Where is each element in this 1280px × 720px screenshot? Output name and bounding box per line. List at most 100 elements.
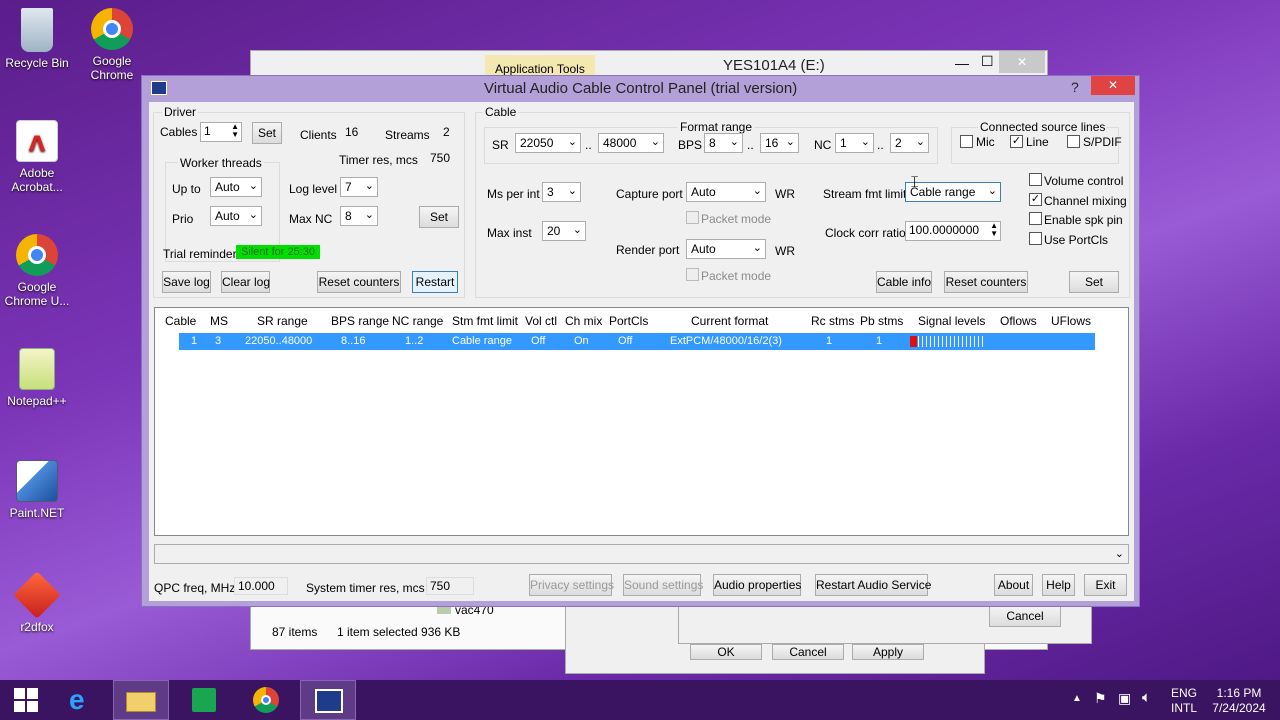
cable-info-button[interactable]: Cable info — [876, 271, 932, 293]
audio-properties-button[interactable]: Audio properties — [713, 574, 801, 596]
desktop-icon-google-chrome-update[interactable]: Google Chrome U... — [0, 234, 77, 308]
cell-bps-range: 8..16 — [341, 335, 366, 347]
prio-value: Auto — [215, 209, 240, 223]
dialog-cancel-button[interactable]: Cancel — [989, 605, 1061, 627]
col-header-bps-range[interactable]: BPS range — [331, 314, 389, 328]
worker-threads-label: Worker threads — [178, 156, 264, 170]
log-level-select[interactable]: 7 ⌄ — [340, 177, 378, 197]
sr-to-select[interactable]: 48000 ⌄ — [598, 133, 664, 153]
mouse-cursor-icon: 𝙸 — [909, 174, 921, 191]
upto-select[interactable]: Auto ⌄ — [210, 177, 262, 197]
taskbar-internet-explorer[interactable]: e — [54, 680, 110, 720]
restart-button[interactable]: Restart — [412, 271, 458, 293]
exit-button[interactable]: Exit — [1084, 574, 1127, 596]
volume-control-checkbox[interactable] — [1029, 173, 1042, 186]
minimize-icon[interactable]: — — [955, 55, 969, 71]
explorer-close-button[interactable]: ✕ — [999, 51, 1045, 73]
desktop-icon-google-chrome[interactable]: Google Chrome — [72, 8, 152, 82]
max-inst-select[interactable]: 20 ⌄ — [542, 221, 586, 241]
mic-checkbox[interactable] — [960, 135, 973, 148]
render-port-select[interactable]: Auto ⌄ — [686, 239, 766, 259]
about-button[interactable]: About — [994, 574, 1033, 596]
enable-spk-pin-checkbox[interactable] — [1029, 212, 1042, 225]
col-header-sr-range[interactable]: SR range — [257, 314, 308, 328]
col-header-portcls[interactable]: PortCls — [609, 314, 648, 328]
cable-reset-counters-button[interactable]: Reset counters — [944, 271, 1028, 293]
spdif-checkbox[interactable] — [1067, 135, 1080, 148]
ms-per-int-select[interactable]: 3 ⌄ — [542, 182, 581, 202]
sound-settings-button[interactable]: Sound settings — [623, 574, 703, 596]
cell-cable: 1 — [191, 335, 198, 347]
input-language[interactable]: ENG INTL — [1170, 686, 1198, 716]
volume-icon[interactable]: 🔈︎ — [1142, 689, 1151, 706]
clock-corr-ratio-spin[interactable]: 100.0000000 ▲ ▼ — [905, 221, 1001, 241]
network-icon[interactable]: ▣ — [1118, 690, 1131, 707]
cables-spin[interactable]: 1 ▲ ▼ — [200, 122, 242, 142]
log-combo[interactable]: ⌄ — [154, 544, 1129, 564]
desktop-icon-paint-net[interactable]: Paint.NET — [0, 460, 77, 520]
channel-mixing-checkbox[interactable]: ✓ — [1029, 193, 1042, 206]
cables-set-button[interactable]: Set — [252, 122, 282, 144]
taskbar-store[interactable] — [176, 680, 232, 720]
taskbar-chrome[interactable] — [238, 680, 294, 720]
dialog-cancel2-button[interactable]: Cancel — [772, 644, 844, 660]
taskbar-vac[interactable] — [300, 680, 356, 720]
max-nc-label: Max NC — [289, 212, 333, 226]
col-header-rc-stms[interactable]: Rc stms — [811, 314, 854, 328]
desktop-icon-adobe-acrobat[interactable]: ᴧ Adobe Acrobat... — [0, 120, 77, 194]
driver-set-button[interactable]: Set — [419, 206, 459, 228]
clear-log-button[interactable]: Clear log — [221, 271, 270, 293]
chevron-down-icon: ⌄ — [364, 209, 374, 221]
taskbar-file-explorer[interactable] — [113, 680, 169, 720]
capture-packet-mode-checkbox[interactable] — [686, 211, 699, 224]
col-header-oflows[interactable]: Oflows — [1000, 314, 1037, 328]
table-row[interactable]: 1 3 22050..48000 8..16 1..2 Cable range … — [179, 333, 1095, 350]
desktop-icon-notepad-plus-plus[interactable]: Notepad++ — [0, 348, 77, 408]
col-header-ch-mix[interactable]: Ch mix — [565, 314, 602, 328]
bps-to-select[interactable]: 16 ⌄ — [760, 133, 799, 153]
col-header-vol-ctl[interactable]: Vol ctl — [525, 314, 557, 328]
help-button[interactable]: Help — [1042, 574, 1075, 596]
col-header-cable[interactable]: Cable — [165, 314, 196, 328]
save-log-button[interactable]: Save log — [162, 271, 211, 293]
show-hidden-icons[interactable]: ▲ — [1072, 693, 1082, 704]
driver-reset-counters-button[interactable]: Reset counters — [317, 271, 401, 293]
use-portcls-checkbox[interactable] — [1029, 232, 1042, 245]
clock[interactable]: 1:16 PM 7/24/2024 — [1206, 686, 1272, 716]
sr-from-select[interactable]: 22050 ⌄ — [515, 133, 581, 153]
desktop-icon-r2dfox[interactable]: r2dfox — [0, 571, 77, 634]
vac-titlebar: Virtual Audio Cable Control Panel (trial… — [142, 76, 1139, 101]
desktop-icon-recycle-bin[interactable]: Recycle Bin — [0, 8, 77, 70]
col-header-nc-range[interactable]: NC range — [392, 314, 443, 328]
dialog-ok-button[interactable]: OK — [690, 644, 762, 660]
action-center-icon[interactable]: ⚑ — [1094, 690, 1107, 707]
col-header-signal-levels[interactable]: Signal levels — [918, 314, 985, 328]
render-packet-mode-checkbox[interactable] — [686, 268, 699, 281]
maximize-icon[interactable]: ☐ — [981, 53, 994, 70]
ribbon-tab-application-tools[interactable]: Application Tools — [485, 55, 595, 77]
bps-from-select[interactable]: 8 ⌄ — [704, 133, 743, 153]
status-items: 87 items — [272, 625, 318, 639]
streams-label: Streams — [385, 128, 430, 142]
col-header-current-format[interactable]: Current format — [691, 314, 768, 328]
line-checkbox[interactable]: ✓ — [1010, 135, 1023, 148]
privacy-settings-button[interactable]: Privacy settings — [529, 574, 614, 596]
col-header-uflows[interactable]: UFlows — [1051, 314, 1091, 328]
capture-port-select[interactable]: Auto ⌄ — [686, 182, 766, 202]
vac-close-button[interactable]: ✕ — [1091, 76, 1135, 95]
col-header-stm-fmt-limit[interactable]: Stm fmt limit — [452, 314, 518, 328]
prio-select[interactable]: Auto ⌄ — [210, 206, 262, 226]
cable-set-button[interactable]: Set — [1069, 271, 1119, 293]
render-packet-mode-label: Packet mode — [701, 269, 772, 283]
start-button[interactable] — [0, 680, 56, 720]
max-nc-select[interactable]: 8 ⌄ — [340, 206, 378, 226]
max-nc-value: 8 — [345, 209, 352, 223]
restart-audio-service-button[interactable]: Restart Audio Service — [815, 574, 931, 596]
col-header-ms[interactable]: MS — [210, 314, 228, 328]
chrome-icon — [16, 234, 58, 276]
nc-to-select[interactable]: 2 ⌄ — [890, 133, 929, 153]
col-header-pb-stms[interactable]: Pb stms — [860, 314, 903, 328]
help-icon[interactable]: ? — [1071, 79, 1079, 95]
nc-from-select[interactable]: 1 ⌄ — [835, 133, 874, 153]
dialog-apply-button[interactable]: Apply — [852, 644, 924, 660]
